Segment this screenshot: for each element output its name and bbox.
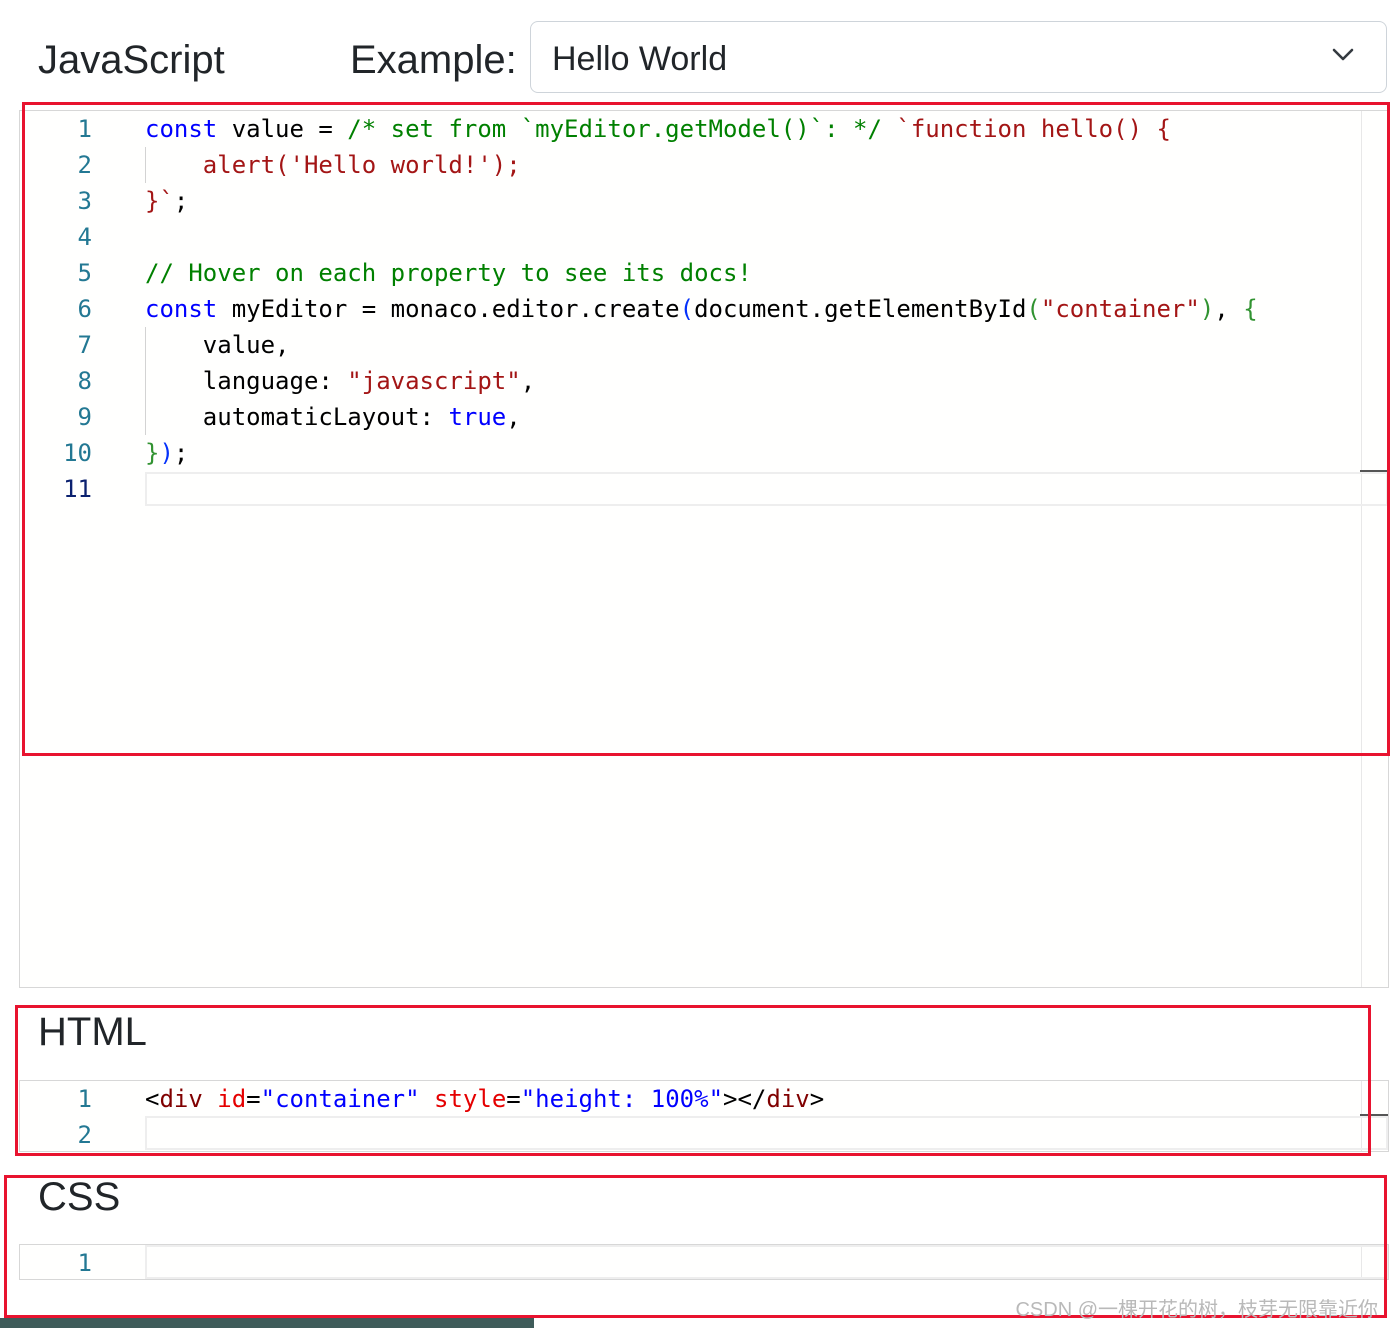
line-number: 9 <box>77 403 92 431</box>
code-line[interactable]: 3 }`; <box>20 183 1388 219</box>
code-token: { <box>1243 295 1258 323</box>
code-token: ( <box>1026 295 1041 323</box>
code-text: }); <box>145 435 188 471</box>
code-text: value, <box>145 327 290 363</box>
css-editor[interactable]: 1 <box>19 1244 1389 1280</box>
code-line[interactable]: 11 <box>20 471 1388 507</box>
html-section-title: HTML <box>38 1010 147 1054</box>
code-token: true <box>448 403 507 431</box>
code-line[interactable]: 1 const value = /* set from `myEditor.get… <box>20 111 1388 147</box>
code-token: = <box>506 1085 521 1113</box>
line-number: 8 <box>77 367 92 395</box>
code-text: const value = /* set from `myEditor.getM… <box>145 111 1171 147</box>
code-token: , <box>1214 295 1244 323</box>
line-number: 1 <box>77 1249 92 1277</box>
line-number: 3 <box>77 187 92 215</box>
code-text: alert('Hello world!'); <box>145 147 521 183</box>
example-select[interactable]: Hello World <box>530 21 1387 93</box>
code-token: id <box>217 1085 247 1113</box>
chevron-down-icon <box>1332 48 1354 61</box>
code-token: ></ <box>723 1085 767 1113</box>
code-token: "javascript" <box>347 367 521 395</box>
code-token: , <box>520 367 536 395</box>
code-line[interactable]: 7 value, <box>20 327 1388 363</box>
code-token: value, <box>145 331 290 359</box>
code-token: < <box>145 1085 160 1113</box>
code-token: const <box>145 115 218 143</box>
code-token: alert('Hello world!'); <box>145 151 521 179</box>
javascript-title: JavaScript <box>38 38 225 82</box>
code-line[interactable]: 1 <div id="container" style="height: 100%… <box>20 1081 1388 1117</box>
code-text: // Hover on each property to see its doc… <box>145 255 752 291</box>
line-number: 6 <box>77 295 92 323</box>
code-token: } <box>145 439 160 467</box>
code-token: "container" <box>1040 295 1200 323</box>
code-token: "height: 100%" <box>520 1085 724 1113</box>
example-select-value: Hello World <box>552 40 728 78</box>
line-number: 2 <box>77 151 92 179</box>
code-token: ; <box>173 439 189 467</box>
code-token: myEditor = monaco.editor.create <box>217 295 680 323</box>
line-number: 7 <box>77 331 92 359</box>
code-token: > <box>809 1085 825 1113</box>
background-strip <box>0 1318 534 1328</box>
code-token: value = <box>217 115 348 143</box>
code-token: style <box>434 1085 507 1113</box>
code-token: const <box>145 295 218 323</box>
code-line[interactable]: 6 const myEditor = monaco.editor.create(d… <box>20 291 1388 327</box>
line-number: 5 <box>77 259 92 287</box>
line-number: 1 <box>77 115 92 143</box>
code-text: const myEditor = monaco.editor.create(do… <box>145 291 1258 327</box>
code-text: automaticLayout: true, <box>145 399 521 435</box>
line-number: 2 <box>77 1121 92 1149</box>
line-number: 11 <box>63 475 92 503</box>
line-number: 4 <box>77 223 92 251</box>
code-line[interactable]: 2 <box>20 1117 1388 1151</box>
html-editor[interactable]: 1 <div id="container" style="height: 100%… <box>19 1080 1389 1152</box>
code-text: language: "javascript", <box>145 363 535 399</box>
javascript-editor[interactable]: 1 const value = /* set from `myEditor.get… <box>19 110 1389 988</box>
code-text: <div id="container" style="height: 100%"… <box>145 1081 824 1117</box>
code-token: ) <box>159 439 174 467</box>
code-line[interactable]: 5 // Hover on each property to see its do… <box>20 255 1388 291</box>
code-token: automaticLayout: <box>145 403 449 431</box>
code-token: "container" <box>260 1085 420 1113</box>
code-token: , <box>506 403 521 431</box>
code-token: div <box>159 1085 203 1113</box>
code-token: }` <box>145 187 174 215</box>
code-token: `function hello() { <box>896 115 1171 143</box>
code-token: ; <box>173 187 189 215</box>
code-token: /* set from `myEditor.getModel()`: */ <box>347 115 882 143</box>
code-token: // Hover on each property to see its doc… <box>145 259 752 287</box>
example-label: Example: <box>350 38 517 82</box>
code-line[interactable]: 9 automaticLayout: true, <box>20 399 1388 435</box>
code-line[interactable]: 1 <box>20 1245 1388 1279</box>
code-line[interactable]: 8 language: "javascript", <box>20 363 1388 399</box>
line-number: 10 <box>63 439 92 467</box>
code-token: ( <box>679 295 695 323</box>
code-line[interactable]: 10}); <box>20 435 1388 471</box>
code-token: language: <box>145 367 348 395</box>
code-token: ) <box>1199 295 1215 323</box>
line-number: 1 <box>77 1085 92 1113</box>
code-line[interactable]: 4 <box>20 219 1388 255</box>
code-token: document.getElementById <box>694 295 1027 323</box>
watermark: CSDN @一棵开花的树，枝芽无限靠近你 <box>1015 1299 1378 1321</box>
code-token: div <box>766 1085 810 1113</box>
code-line[interactable]: 2 alert('Hello world!'); <box>20 147 1388 183</box>
code-text: }`; <box>145 183 188 219</box>
css-section-title: CSS <box>38 1175 121 1219</box>
code-token: = <box>246 1085 261 1113</box>
